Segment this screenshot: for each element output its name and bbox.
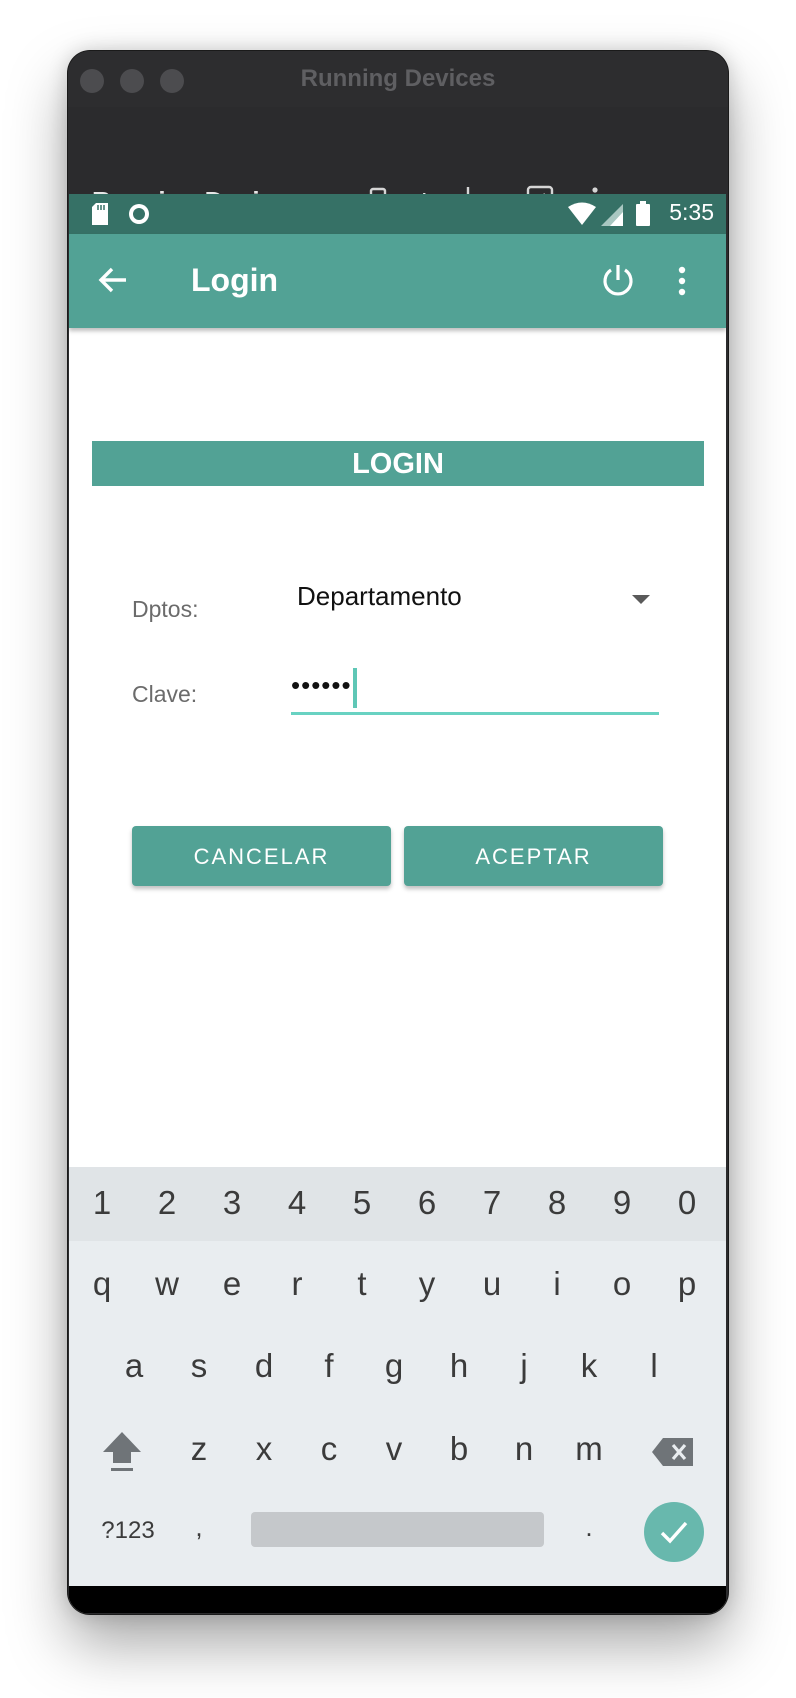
symbols-key[interactable]: ?123 xyxy=(93,1517,163,1545)
key-z[interactable]: z xyxy=(174,1430,224,1468)
key-1[interactable]: 1 xyxy=(77,1184,127,1222)
emulator-window: Running Devices Running Devices Pi... xyxy=(68,51,728,1614)
key-f[interactable]: f xyxy=(304,1347,354,1385)
key-u[interactable]: u xyxy=(467,1265,517,1303)
key-9[interactable]: 9 xyxy=(597,1184,647,1222)
dept-label: Dptos: xyxy=(132,596,199,622)
wifi-icon xyxy=(567,202,597,231)
password-value: •••••• xyxy=(291,670,352,700)
back-icon[interactable] xyxy=(185,1612,215,1613)
key-q[interactable]: q xyxy=(77,1265,127,1303)
key-6[interactable]: 6 xyxy=(402,1184,452,1222)
password-label: Clave: xyxy=(132,681,198,707)
back-arrow-icon[interactable] xyxy=(97,264,129,301)
key-r[interactable]: r xyxy=(272,1265,322,1303)
key-0[interactable]: 0 xyxy=(662,1184,712,1222)
overflow-menu-icon[interactable] xyxy=(677,266,687,301)
status-time: 5:35 xyxy=(669,199,714,225)
shift-icon[interactable] xyxy=(101,1429,143,1478)
record-icon xyxy=(127,202,151,231)
key-p[interactable]: p xyxy=(662,1265,712,1303)
key-v[interactable]: v xyxy=(369,1430,419,1468)
key-m[interactable]: m xyxy=(564,1430,614,1468)
key-8[interactable]: 8 xyxy=(532,1184,582,1222)
power-icon[interactable] xyxy=(600,262,636,303)
key-g[interactable]: g xyxy=(369,1347,419,1385)
navigation-bar xyxy=(69,1586,726,1613)
enter-key[interactable] xyxy=(644,1502,704,1562)
window-titlebar: Running Devices xyxy=(68,51,728,107)
sd-card-icon xyxy=(90,202,110,231)
cancel-button[interactable]: CANCELAR xyxy=(132,826,391,886)
password-field[interactable]: •••••• xyxy=(291,664,659,715)
key-i[interactable]: i xyxy=(532,1265,582,1303)
backspace-icon[interactable] xyxy=(651,1437,695,1472)
checkmark-icon xyxy=(659,1518,689,1551)
soft-keyboard: 1 2 3 4 5 6 7 8 9 0 q w e r t y u i o p … xyxy=(69,1167,726,1586)
key-e[interactable]: e xyxy=(207,1265,257,1303)
status-bar: 5:35 xyxy=(69,194,726,234)
text-cursor xyxy=(353,668,357,708)
key-y[interactable]: y xyxy=(402,1265,452,1303)
key-5[interactable]: 5 xyxy=(337,1184,387,1222)
login-banner: LOGIN xyxy=(92,441,704,486)
key-7[interactable]: 7 xyxy=(467,1184,517,1222)
key-b[interactable]: b xyxy=(434,1430,484,1468)
period-key[interactable]: . xyxy=(564,1512,614,1543)
key-c[interactable]: c xyxy=(304,1430,354,1468)
key-4[interactable]: 4 xyxy=(272,1184,322,1222)
key-a[interactable]: a xyxy=(109,1347,159,1385)
key-h[interactable]: h xyxy=(434,1347,484,1385)
device-screen: 5:35 Login LOGIN Dptos: Departamento Cla… xyxy=(69,194,726,1613)
key-d[interactable]: d xyxy=(239,1347,289,1385)
app-bar: Login xyxy=(69,234,726,328)
key-x[interactable]: x xyxy=(239,1430,289,1468)
accept-button[interactable]: ACEPTAR xyxy=(404,826,663,886)
space-bar[interactable] xyxy=(251,1512,544,1547)
key-t[interactable]: t xyxy=(337,1265,387,1303)
dept-select[interactable]: Departamento xyxy=(297,581,657,625)
key-j[interactable]: j xyxy=(499,1347,549,1385)
key-n[interactable]: n xyxy=(499,1430,549,1468)
cellular-signal-icon xyxy=(600,203,624,232)
key-o[interactable]: o xyxy=(597,1265,647,1303)
keyboard-number-row: 1 2 3 4 5 6 7 8 9 0 xyxy=(69,1167,726,1241)
dept-select-value: Departamento xyxy=(297,581,462,611)
dropdown-arrow-icon xyxy=(632,595,650,604)
comma-key[interactable]: , xyxy=(174,1512,224,1543)
key-2[interactable]: 2 xyxy=(142,1184,192,1222)
key-w[interactable]: w xyxy=(142,1265,192,1303)
window-title: Running Devices xyxy=(300,65,496,92)
battery-icon xyxy=(635,201,651,232)
key-l[interactable]: l xyxy=(629,1347,679,1385)
key-s[interactable]: s xyxy=(174,1347,224,1385)
key-3[interactable]: 3 xyxy=(207,1184,257,1222)
key-k[interactable]: k xyxy=(564,1347,614,1385)
app-bar-title: Login xyxy=(191,262,279,298)
